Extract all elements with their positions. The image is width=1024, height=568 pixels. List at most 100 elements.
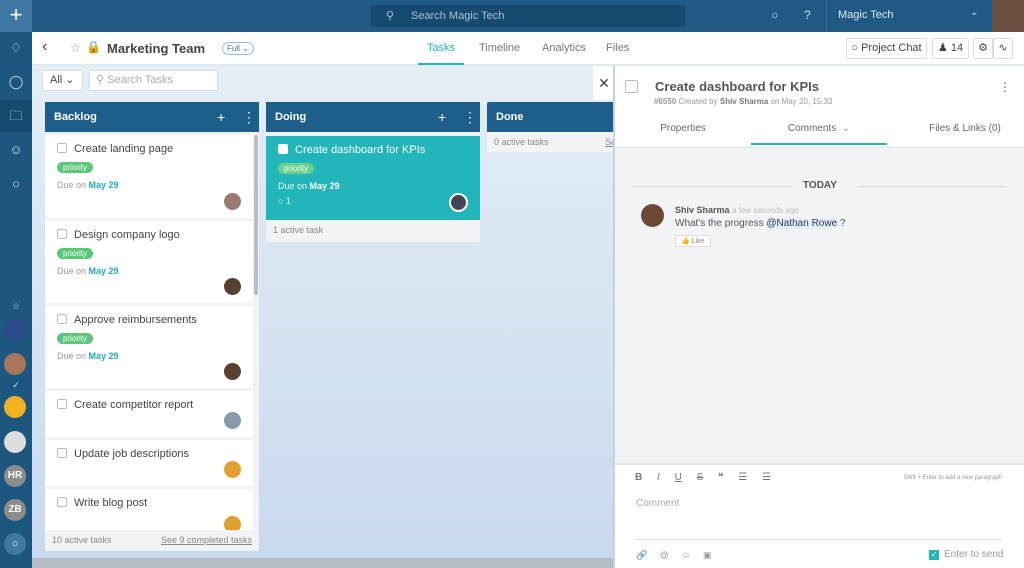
vertical-scrollbar[interactable]: [254, 135, 258, 295]
mention[interactable]: @Nathan Rowe: [766, 218, 838, 229]
task-title[interactable]: Create dashboard for KPIs: [655, 79, 819, 94]
task-title: Write blog post: [74, 497, 148, 509]
task-title: Create competitor report: [74, 399, 194, 411]
see-completed-link[interactable]: See 9 completed tasks: [161, 530, 252, 551]
like-button[interactable]: 👍 Like: [675, 235, 711, 247]
view-label: Full: [227, 44, 240, 53]
task-title: Approve reimbursements: [74, 314, 197, 326]
assignee-avatar[interactable]: [224, 516, 241, 530]
avatar[interactable]: [4, 353, 26, 375]
checkbox[interactable]: [57, 314, 67, 324]
members-button[interactable]: ♟ 14: [932, 38, 969, 59]
assignee-avatar[interactable]: [224, 193, 241, 210]
task-card[interactable]: Design company logo priority Due on May 29: [45, 221, 253, 303]
checkbox[interactable]: [278, 144, 288, 154]
task-card[interactable]: Write blog post: [45, 489, 253, 530]
assignee-avatar[interactable]: [224, 461, 241, 478]
view-dropdown[interactable]: Full ⌄: [222, 42, 254, 55]
add-task-icon[interactable]: +: [217, 102, 225, 132]
more-icon[interactable]: ⋮: [242, 102, 256, 132]
add-icon[interactable]: +: [0, 0, 32, 32]
priority-tag: priority: [278, 163, 315, 174]
complete-checkbox[interactable]: [625, 80, 638, 93]
chat-icon[interactable]: ○: [0, 168, 32, 200]
task-title: Design company logo: [74, 229, 180, 241]
column-title: Doing: [275, 111, 307, 123]
add-chat-icon[interactable]: ○: [4, 533, 26, 555]
team-icon[interactable]: ☺: [0, 134, 32, 166]
filter-dropdown[interactable]: All ⌄: [42, 70, 83, 91]
task-detail-panel: Create dashboard for KPIs #6550 Created …: [615, 66, 1024, 568]
help-icon[interactable]: ?: [804, 8, 811, 22]
tab-files[interactable]: Files: [606, 32, 629, 65]
task-card-selected[interactable]: Create dashboard for KPIs priority Due on …: [266, 136, 480, 220]
bell-icon[interactable]: ♢: [0, 32, 32, 64]
task-card[interactable]: Create landing page priority Due on May 29: [45, 135, 253, 218]
avatar[interactable]: [4, 319, 26, 341]
formatting-toolbar[interactable]: B I U S ❝ ☰ ☰: [635, 472, 771, 483]
search-icon: ⚲: [386, 10, 395, 22]
comment-icon: ○: [278, 196, 284, 206]
check-icon: ✓: [12, 380, 20, 390]
project-chat-button[interactable]: ○ Project Chat: [846, 38, 927, 59]
back-icon[interactable]: ‹: [42, 38, 47, 56]
task-date: on May 20, 15:33: [770, 97, 833, 106]
settings-icon[interactable]: ⚙: [973, 38, 993, 59]
tab-timeline[interactable]: Timeline: [479, 32, 520, 65]
attachment-toolbar[interactable]: 🔗 @ ☺ ▣: [636, 550, 712, 561]
task-card[interactable]: Create competitor report: [45, 391, 253, 437]
task-title: Create dashboard for KPIs: [295, 144, 426, 156]
top-bar: ⚲ Search Magic Tech ○ ? Magic Tech ⌄: [32, 0, 1024, 32]
tab-files-links[interactable]: Files & Links (0): [915, 121, 1015, 147]
chevron-down-icon[interactable]: ⌄: [970, 7, 978, 18]
search-tasks-input[interactable]: ⚲ Search Tasks: [89, 70, 218, 91]
checkbox[interactable]: [57, 143, 67, 153]
column-backlog: Backlog + ⋮ Create landing page priority Due…: [45, 102, 259, 551]
more-icon[interactable]: ⋮: [999, 80, 1011, 94]
active-count: 10 active tasks: [52, 535, 112, 545]
chat-icon[interactable]: ○: [771, 8, 778, 22]
user-avatar[interactable]: [992, 0, 1024, 32]
comment-author: Shiv Sharma: [675, 205, 730, 215]
search-tasks-placeholder: Search Tasks: [107, 74, 173, 86]
avatar[interactable]: [4, 431, 26, 453]
avatar-hr[interactable]: HR: [4, 465, 26, 487]
column-doing: Doing + ⋮ Create dashboard for KPIs priorit…: [266, 102, 480, 242]
active-count: 1 active task: [273, 225, 324, 235]
global-search-input[interactable]: ⚲ Search Magic Tech: [371, 5, 685, 27]
horizontal-scrollbar[interactable]: [32, 558, 615, 568]
column-header: Backlog + ⋮: [45, 102, 259, 132]
star-icon[interactable]: ☆: [70, 41, 81, 55]
comment-input[interactable]: Comment: [636, 498, 1002, 540]
active-count: 0 active tasks: [494, 137, 549, 147]
avatar-zb[interactable]: ZB: [4, 499, 26, 521]
folder-icon[interactable]: 🗀: [0, 100, 32, 132]
tab-tasks[interactable]: Tasks: [418, 32, 464, 65]
assignee-avatar[interactable]: [224, 363, 241, 380]
task-card[interactable]: Update job descriptions: [45, 440, 253, 486]
lock-icon: 🔒: [86, 40, 101, 54]
checkbox[interactable]: [57, 448, 67, 458]
close-panel-button[interactable]: ✕: [593, 66, 615, 100]
enter-to-send-label: Enter to send: [944, 549, 1004, 560]
enter-to-send-checkbox[interactable]: ✓: [929, 550, 939, 560]
assignee-avatar[interactable]: [449, 193, 468, 212]
filter-value: All: [50, 74, 63, 86]
checkbox[interactable]: [57, 399, 67, 409]
tab-comments[interactable]: Comments ⌄: [751, 121, 887, 145]
tab-analytics[interactable]: Analytics: [542, 32, 586, 65]
assignee-avatar[interactable]: [224, 412, 241, 429]
activity-icon[interactable]: ∿: [993, 38, 1013, 59]
avatar[interactable]: [4, 396, 26, 418]
checkbox[interactable]: [57, 229, 67, 239]
task-card[interactable]: Approve reimbursements priority Due on May…: [45, 306, 253, 388]
tab-properties[interactable]: Properties: [635, 121, 731, 147]
project-header: ‹ ☆ 🔒 Marketing Team Full ⌄ Tasks Timeli…: [32, 32, 1024, 65]
left-sidebar: + ♢ ◯ 🗀 ☺ ○ ☆ ✓ HR ZB ○: [0, 0, 32, 568]
more-icon[interactable]: ⋮: [463, 102, 477, 132]
checkbox[interactable]: [57, 497, 67, 507]
workspace-name[interactable]: Magic Tech: [838, 9, 893, 21]
globe-icon[interactable]: ◯: [0, 66, 32, 98]
assignee-avatar[interactable]: [224, 278, 241, 295]
add-task-icon[interactable]: +: [438, 102, 446, 132]
